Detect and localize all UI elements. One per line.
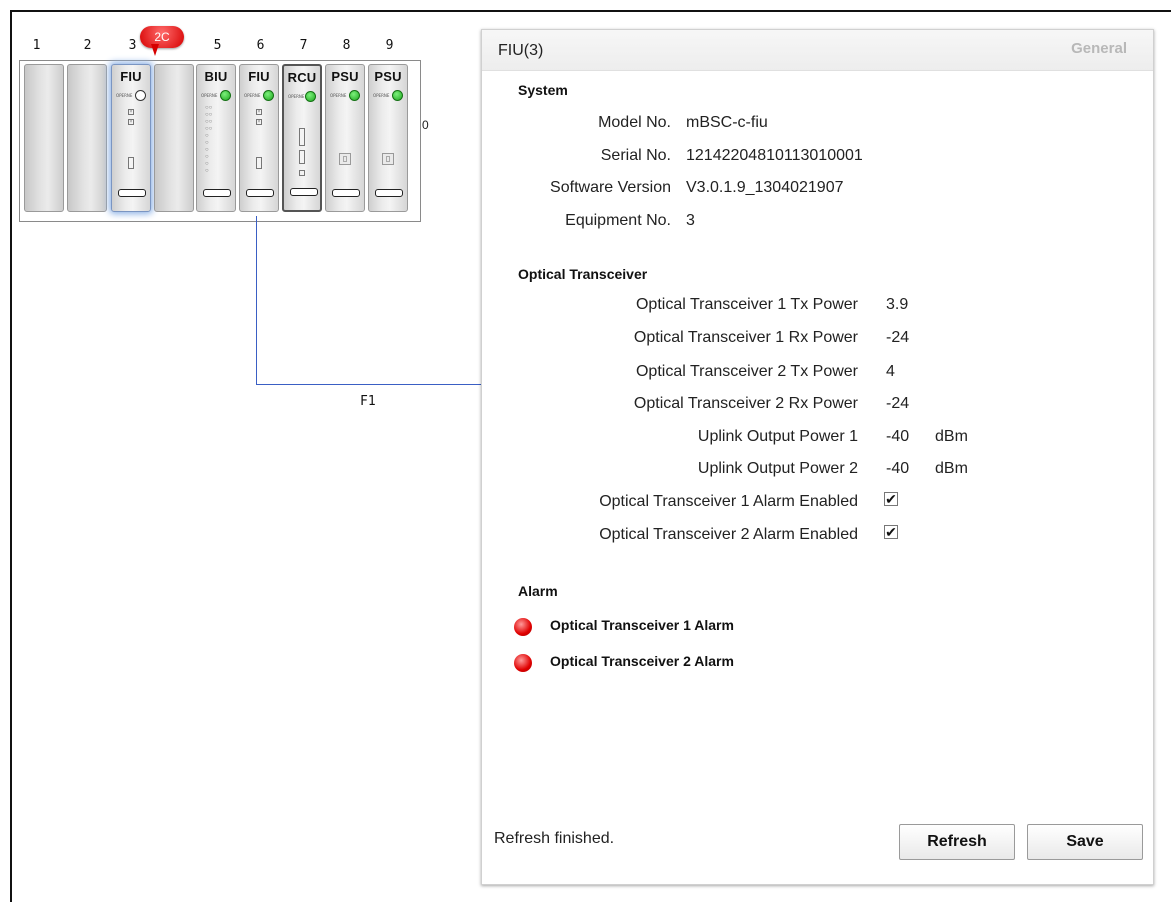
card-handle	[290, 188, 318, 196]
oper-label: OPERNE	[330, 93, 347, 98]
refresh-button[interactable]: Refresh	[899, 824, 1015, 860]
alarm1-enabled-checkbox[interactable]: ✔	[884, 492, 898, 506]
card-psu-slot-8[interactable]: PSU OPERNE	[325, 64, 365, 212]
uplink-power-2-label: Uplink Output Power 2	[697, 460, 858, 477]
alarm-badge-pointer	[151, 44, 159, 56]
model-value: mBSC-c-fiu	[686, 114, 768, 131]
port-icon	[299, 170, 305, 176]
slot-1-empty[interactable]	[24, 64, 64, 212]
tab-general[interactable]: General	[1071, 40, 1127, 57]
slot-number-9: 9	[385, 38, 394, 53]
slot-number-5: 5	[213, 38, 222, 53]
slot-number-2: 2	[83, 38, 92, 53]
slot-number-8: 8	[342, 38, 351, 53]
rx1-power-value: -24	[886, 329, 910, 346]
status-led-icon	[263, 90, 274, 101]
fiber-link-line	[256, 384, 482, 385]
panel-title: FIU(3)	[498, 42, 544, 59]
slot-number-1: 1	[32, 38, 41, 53]
card-handle	[118, 189, 146, 197]
panel-header: FIU(3) General	[482, 30, 1153, 71]
card-handle	[375, 189, 403, 197]
card-label: BIU	[204, 69, 228, 84]
uplink-power-2-value: -40	[886, 460, 910, 477]
detail-panel: FIU(3) General System Model No. mBSC-c-f…	[481, 29, 1154, 885]
section-optical-heading: Optical Transceiver	[518, 266, 648, 282]
port-icon: ×	[128, 119, 134, 125]
uplink-power-1-label: Uplink Output Power 1	[697, 428, 858, 445]
tx1-power-label: Optical Transceiver 1 Tx Power	[635, 296, 858, 313]
power-switch-icon	[339, 153, 351, 165]
alarm-red-icon	[514, 654, 532, 672]
tx1-power-value: 3.9	[886, 296, 909, 313]
port-icon: ×	[128, 109, 134, 115]
oper-label: OPERNE	[116, 93, 133, 98]
rx2-power-value: -24	[886, 395, 910, 412]
sfp-slot-icon	[256, 157, 262, 169]
rx1-power-label: Optical Transceiver 1 Rx Power	[633, 329, 858, 346]
uplink-power-1-value: -40	[886, 428, 910, 445]
card-label: PSU	[374, 69, 402, 84]
serial-label: Serial No.	[600, 147, 671, 164]
card-handle	[246, 189, 274, 197]
card-biu-slot-5[interactable]: BIU OPERNE ○○ ○○ ○○ ○○ ○ ○ ○ ○ ○ ○	[196, 64, 236, 212]
software-version-label: Software Version	[550, 179, 671, 196]
card-label: FIU	[248, 69, 270, 84]
tx2-power-value: 4	[886, 363, 895, 380]
tx2-power-label: Optical Transceiver 2 Tx Power	[635, 363, 858, 380]
power-switch-icon	[382, 153, 394, 165]
sfp-slot-icon	[128, 157, 134, 169]
oper-label: OPERNE	[373, 93, 390, 98]
status-message: Refresh finished.	[494, 830, 615, 847]
card-fiu-slot-3[interactable]: FIU OPERNE × ×	[111, 64, 151, 212]
card-rcu-slot-7[interactable]: RCU OPERNE	[282, 64, 322, 212]
alarm-item-1: Optical Transceiver 1 Alarm	[550, 617, 734, 633]
port-icon: ×	[256, 109, 262, 115]
alarm1-enabled-label: Optical Transceiver 1 Alarm Enabled	[599, 493, 858, 510]
slot-number-7: 7	[299, 38, 308, 53]
section-alarm-heading: Alarm	[518, 583, 558, 599]
usb-slot-icon	[299, 128, 305, 146]
chassis-side-label: 0	[422, 118, 429, 132]
model-label: Model No.	[598, 114, 671, 131]
alarm-count-badge[interactable]: 2C	[140, 26, 184, 48]
save-button[interactable]: Save	[1027, 824, 1143, 860]
alarm2-enabled-checkbox[interactable]: ✔	[884, 525, 898, 539]
card-label: RCU	[287, 70, 317, 85]
card-label: FIU	[120, 69, 142, 84]
oper-label: OPERNE	[244, 93, 261, 98]
status-led-icon	[305, 91, 316, 102]
port-array-icon: ○○ ○○ ○○ ○○ ○ ○ ○ ○ ○ ○	[205, 105, 213, 174]
card-psu-slot-9[interactable]: PSU OPERNE	[368, 64, 408, 212]
oper-label: OPERNE	[288, 94, 305, 99]
uplink-power-2-unit: dBm	[935, 460, 968, 477]
fiber-link-label: F1	[360, 394, 376, 409]
rx2-power-label: Optical Transceiver 2 Rx Power	[633, 395, 858, 412]
alarm-red-icon	[514, 618, 532, 636]
alarm2-enabled-label: Optical Transceiver 2 Alarm Enabled	[599, 526, 858, 543]
card-label: PSU	[331, 69, 359, 84]
status-led-icon	[135, 90, 146, 101]
status-led-icon	[349, 90, 360, 101]
section-system-heading: System	[518, 82, 568, 98]
oper-label: OPERNE	[201, 93, 218, 98]
card-fiu-slot-6[interactable]: FIU OPERNE × ×	[239, 64, 279, 212]
slot-2-empty[interactable]	[67, 64, 107, 212]
slot-4-empty[interactable]	[154, 64, 194, 212]
port-slot-icon	[299, 150, 305, 164]
fiber-link-line	[256, 216, 257, 384]
serial-value: 12142204810113010001	[686, 147, 863, 164]
software-version-value: V3.0.1.9_1304021907	[686, 179, 844, 196]
equipment-value: 3	[686, 212, 695, 229]
port-icon: ×	[256, 119, 262, 125]
status-led-icon	[392, 90, 403, 101]
card-handle	[203, 189, 231, 197]
uplink-power-1-unit: dBm	[935, 428, 968, 445]
card-handle	[332, 189, 360, 197]
equipment-label: Equipment No.	[565, 212, 671, 229]
status-led-icon	[220, 90, 231, 101]
alarm-item-2: Optical Transceiver 2 Alarm	[550, 653, 734, 669]
slot-number-6: 6	[256, 38, 265, 53]
